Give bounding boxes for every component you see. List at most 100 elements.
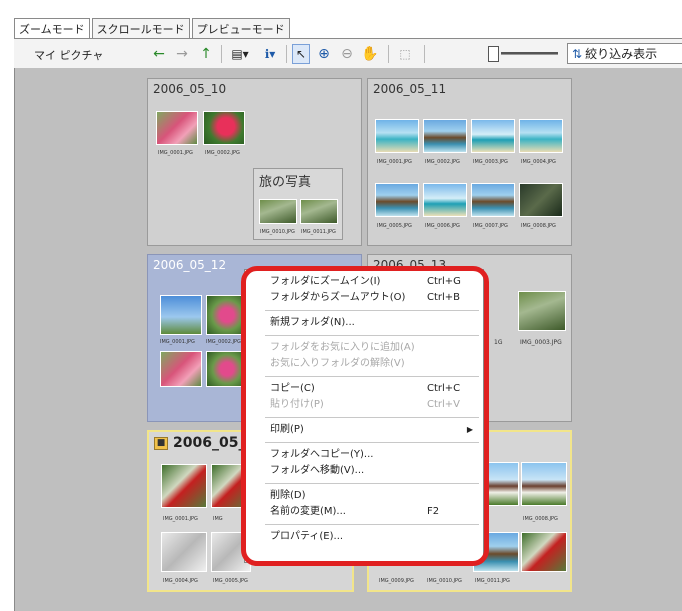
select-icon[interactable]: ↖ — [292, 44, 310, 64]
photo-caption: IMG_0003.JPG — [520, 339, 562, 346]
photo-thumbnail[interactable] — [519, 183, 563, 217]
photo-caption: IMG_0002.JPG — [205, 150, 240, 156]
toolbar-divider — [424, 45, 425, 63]
menu-item-label: プロパティ(E)... — [270, 531, 344, 542]
tab-preview-mode[interactable]: プレビューモード — [191, 18, 290, 38]
photo-caption: IMG_0004.JPG — [521, 159, 556, 165]
menu-item-label: 貼り付け(P) — [270, 399, 324, 410]
photo-thumbnail[interactable] — [375, 183, 419, 217]
photo-caption: IMG_0008.JPG — [521, 223, 556, 229]
menu-item-rename[interactable]: 名前の変更(M)... F2 — [245, 504, 483, 520]
photo-caption: IMG_0002.JPG — [206, 339, 241, 345]
menu-separator — [265, 417, 479, 418]
menu-item-label: フォルダへコピー(Y)... — [270, 449, 374, 460]
context-menu: フォルダにズームイン(I) Ctrl+G フォルダからズームアウト(O) Ctr… — [244, 269, 484, 563]
menu-item-label: フォルダをお気に入りに追加(A) — [270, 342, 415, 353]
folder-2006-05-10[interactable]: 2006_05_10 IMG_0001.JPG IMG_0002.JPG 旅の写… — [147, 78, 362, 246]
folder-title: 2006_05_11 — [373, 82, 447, 96]
menu-item-label: フォルダからズームアウト(O) — [270, 292, 406, 303]
filter-button[interactable]: ⇅ 絞り込み表示 — [567, 43, 682, 64]
menu-item-label: お気に入りフォルダの解除(V) — [270, 358, 405, 369]
photo-thumbnail[interactable] — [160, 295, 202, 335]
menu-item-remove-favorite: お気に入りフォルダの解除(V) — [245, 356, 483, 372]
filter-icon: ⇅ — [572, 46, 583, 61]
menu-item-zoom-in[interactable]: フォルダにズームイン(I) Ctrl+G — [245, 274, 483, 290]
tab-zoom-mode[interactable]: ズームモード — [14, 18, 90, 39]
photo-thumbnail[interactable] — [160, 351, 202, 387]
menu-item-label: 削除(D) — [270, 490, 306, 501]
zoom-slider[interactable] — [488, 46, 558, 62]
photo-thumbnail[interactable] — [519, 119, 563, 153]
toolbar: マイ ピクチャ ← → ↑ ▤▾ ℹ▾ ↖ ⊕ ⊖ ✋ ⬚ ⇅ 絞り込み表示 — [14, 38, 682, 68]
menu-item-label: フォルダへ移動(V)... — [270, 465, 365, 476]
photo-thumbnail[interactable] — [156, 111, 198, 145]
tab-scroll-mode[interactable]: スクロールモード — [91, 18, 190, 38]
slider-knob[interactable] — [488, 46, 499, 62]
forward-arrow-icon[interactable]: → — [174, 44, 190, 64]
toolbar-divider — [221, 45, 222, 63]
toolbar-divider — [388, 45, 389, 63]
menu-item-label: 新規フォルダ(N)... — [270, 317, 355, 328]
menu-item-label: 名前の変更(M)... — [270, 506, 346, 517]
photo-caption: IMG_0003.JPG — [473, 159, 508, 165]
subfolder-travel-photos[interactable]: 旅の写真 IMG_0010.JPG IMG_0011.JPG — [253, 168, 343, 240]
view-icon[interactable]: ▤▾ — [228, 44, 252, 64]
menu-shortcut: Ctrl+V — [427, 399, 461, 410]
photo-thumbnail[interactable] — [259, 199, 297, 224]
filter-label: 絞り込み表示 — [585, 47, 658, 61]
photo-thumbnail[interactable] — [206, 295, 248, 335]
menu-item-properties[interactable]: プロパティ(E)... — [245, 529, 483, 545]
menu-item-copy[interactable]: コピー(C) Ctrl+C — [245, 381, 483, 397]
photo-caption: IMG_0011.JPG — [301, 229, 336, 235]
photo-thumbnail[interactable] — [471, 183, 515, 217]
photo-caption: IMG_0009.JPG — [379, 578, 414, 584]
photo-thumbnail[interactable] — [521, 532, 567, 572]
info-icon[interactable]: ℹ▾ — [258, 44, 282, 64]
menu-item-paste: 貼り付け(P) Ctrl+V — [245, 397, 483, 413]
zoom-in-icon[interactable]: ⊕ — [315, 44, 333, 64]
menu-item-move-to-folder[interactable]: フォルダへ移動(V)... — [245, 463, 483, 479]
folder-2006-05-11[interactable]: 2006_05_11 IMG_0001.JPG IMG_0002.JPG IMG… — [367, 78, 572, 246]
menu-item-zoom-out[interactable]: フォルダからズームアウト(O) Ctrl+B — [245, 290, 483, 306]
photo-caption: IMG_0001.JPG — [160, 339, 195, 345]
menu-item-copy-to-folder[interactable]: フォルダへコピー(Y)... — [245, 447, 483, 463]
photo-caption: IMG_0001.JPG — [158, 150, 193, 156]
folder-title: 2006_05_12 — [153, 258, 227, 272]
menu-item-delete[interactable]: 削除(D) — [245, 488, 483, 504]
photo-thumbnail[interactable] — [423, 119, 467, 153]
zoom-out-icon[interactable]: ⊖ — [338, 44, 356, 64]
photo-caption: IMG_0011.JPG — [475, 578, 510, 584]
subfolder-title: 旅の写真 — [259, 175, 312, 190]
menu-item-print[interactable]: 印刷(P) ▶ — [245, 422, 483, 438]
breadcrumb[interactable]: マイ ピクチャ — [34, 47, 103, 63]
folder-title: 2006_05_10 — [153, 82, 227, 96]
toolbar-divider — [286, 45, 287, 63]
photo-caption: IMG_0005.JPG — [377, 223, 412, 229]
mode-tabs: ズームモード スクロールモード プレビューモード — [14, 18, 292, 39]
photo-thumbnail[interactable] — [206, 351, 248, 387]
photo-thumbnail[interactable] — [203, 111, 245, 145]
submenu-arrow-icon: ▶ — [466, 425, 473, 434]
photo-thumbnail[interactable] — [471, 119, 515, 153]
fit-icon[interactable]: ⬚ — [396, 44, 414, 64]
folder-icon: ■ — [154, 436, 168, 450]
menu-item-new-folder[interactable]: 新規フォルダ(N)... — [245, 315, 483, 331]
up-arrow-icon[interactable]: ↑ — [198, 44, 214, 64]
menu-separator — [265, 335, 479, 336]
photo-caption: IMG — [213, 516, 223, 522]
menu-separator — [265, 376, 479, 377]
menu-separator — [265, 310, 479, 311]
photo-caption: 1G — [494, 339, 503, 346]
photo-caption: IMG_0001.JPG — [377, 159, 412, 165]
photo-caption: IMG_0005.JPG — [213, 578, 248, 584]
photo-thumbnail[interactable] — [423, 183, 467, 217]
photo-caption: IMG_0010.JPG — [427, 578, 462, 584]
photo-thumbnail[interactable] — [375, 119, 419, 153]
photo-thumbnail[interactable] — [161, 532, 207, 572]
photo-thumbnail[interactable] — [161, 464, 207, 508]
hand-icon[interactable]: ✋ — [361, 44, 379, 64]
photo-thumbnail[interactable] — [521, 462, 567, 506]
back-arrow-icon[interactable]: ← — [151, 44, 167, 64]
photo-thumbnail[interactable] — [300, 199, 338, 224]
photo-thumbnail[interactable] — [518, 291, 566, 331]
